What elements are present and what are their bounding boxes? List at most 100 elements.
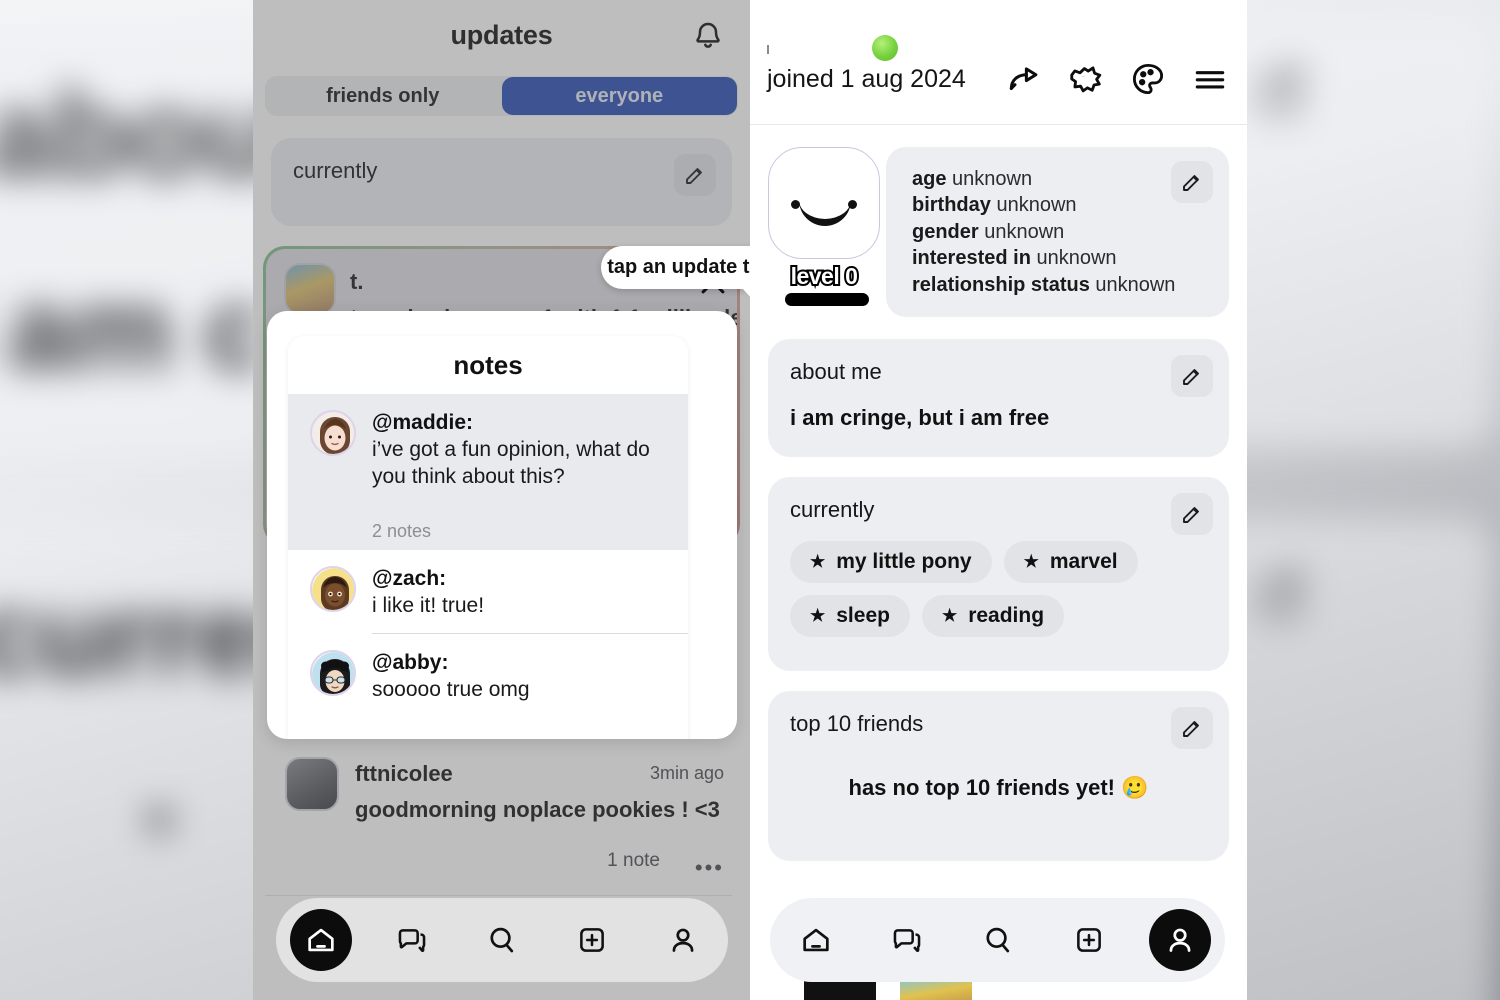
note-text: i’ve got a fun opinion, what do you thin… — [372, 437, 650, 488]
header-actions[interactable] — [1005, 60, 1229, 98]
chip-marvel[interactable]: ★ marvel — [1003, 540, 1138, 583]
note-content: @maddie: i’ve got a fun opinion, what do… — [356, 410, 688, 491]
edit-icon[interactable] — [1171, 354, 1213, 397]
note-username: @zach: — [372, 566, 447, 590]
list-item[interactable]: @zach: i like it! true! — [288, 550, 688, 620]
bottom-nav[interactable] — [770, 898, 1225, 982]
note-text: sooooo true omg — [372, 678, 530, 702]
post-username: fttnicolee — [355, 761, 453, 786]
share-icon[interactable] — [1005, 60, 1043, 98]
edit-icon[interactable] — [1171, 161, 1213, 203]
chip-label: my little pony — [836, 549, 972, 573]
status-badge — [872, 35, 898, 61]
note-content: @zach: i like it! true! — [356, 566, 494, 620]
sidebar-item-profile[interactable] — [1148, 909, 1211, 971]
avatar — [310, 565, 356, 612]
joined-date: joined 1 aug 2024 — [767, 65, 966, 93]
sidebar-item-home[interactable] — [290, 909, 353, 971]
toggle-friends-only[interactable]: friends only — [265, 76, 501, 116]
updates-header: updates — [253, 0, 750, 72]
list-item[interactable]: @maddie: i’ve got a fun opinion, what do… — [288, 394, 688, 499]
info-label: gender — [912, 220, 979, 243]
edit-icon[interactable] — [1171, 706, 1213, 749]
currently-title: currently — [790, 496, 875, 522]
star-icon: ★ — [1023, 551, 1039, 571]
tooltip: tap an update to join the convo — [601, 246, 750, 302]
bg-star-1 — [148, 808, 171, 832]
info-value: unknown — [984, 220, 1065, 243]
info-label: interested in — [912, 247, 1031, 270]
profile-details-card: age unknown birthday unknown gender unkn… — [886, 147, 1229, 317]
sidebar-item-search[interactable] — [471, 909, 533, 971]
info-line-interested-in: interested in unknown — [912, 245, 1229, 271]
divider — [265, 895, 732, 896]
info-line-relationship-status: relationship status unknown — [912, 272, 1229, 298]
notes-panel: notes @maddie: i’ve got a fun opinion, w… — [288, 336, 688, 739]
ticket-icon[interactable] — [1067, 60, 1105, 98]
chip-sleep[interactable]: ★ sleep — [790, 594, 910, 637]
top-friends-title: top 10 friends — [790, 710, 924, 736]
currently-compose-box[interactable]: currently — [271, 138, 732, 226]
info-value: unknown — [1095, 273, 1176, 296]
sidebar-item-home[interactable] — [785, 909, 847, 971]
menu-icon[interactable] — [1191, 60, 1229, 98]
tooltip-text: tap an update to join the convo — [607, 256, 750, 278]
profile-header: joined 1 aug 2024 — [750, 0, 1247, 125]
about-me-text: i am cringe, but i am free — [790, 404, 1050, 430]
note-username: @maddie: — [372, 411, 473, 434]
chip-my-little-pony[interactable]: ★ my little pony — [790, 540, 992, 583]
top-friends-empty: has no top 10 friends yet! 🥲 — [848, 774, 1149, 800]
profile-screen: joined 1 aug 2024 level 0 age unknown bi… — [750, 0, 1247, 1000]
toggle-everyone[interactable]: everyone — [501, 77, 737, 115]
avatar[interactable] — [768, 147, 880, 259]
sidebar-item-chats[interactable] — [381, 909, 443, 971]
level-badge: level 0 — [789, 261, 860, 291]
sidebar-item-search[interactable] — [967, 909, 1029, 971]
edit-icon[interactable] — [674, 154, 716, 196]
sidebar-item-chats[interactable] — [876, 909, 938, 971]
info-value: unknown — [1036, 247, 1117, 270]
info-label: birthday — [912, 194, 991, 217]
top-friends-card: top 10 friends has no top 10 friends yet… — [768, 690, 1229, 861]
chip-label: sleep — [836, 603, 890, 627]
info-label: relationship status — [912, 273, 1090, 296]
updates-screen: updates friends only everyone currently … — [253, 0, 750, 1000]
info-value: unknown — [996, 194, 1077, 217]
chip-label: marvel — [1049, 549, 1118, 573]
avatar-column: level 0 — [768, 147, 886, 306]
note-text: i like it! true! — [372, 593, 485, 617]
chip-reading[interactable]: ★ reading — [921, 594, 1065, 637]
info-label: age — [912, 168, 947, 190]
sidebar-item-create[interactable] — [1058, 909, 1120, 971]
bg-edit-icon — [1249, 64, 1305, 120]
profile-info-row: level 0 age unknown birthday unknown gen… — [750, 125, 1247, 317]
edit-icon[interactable] — [1171, 492, 1213, 535]
currently-chips: ★ my little pony ★ marvel ★ sleep ★ read… — [768, 523, 1229, 671]
tick-mark — [767, 45, 769, 54]
bottom-nav[interactable] — [276, 898, 728, 982]
audience-toggle[interactable]: friends only everyone — [265, 76, 738, 116]
palette-icon[interactable] — [1129, 60, 1167, 98]
note-content: @abby: sooooo true omg — [356, 650, 540, 704]
sidebar-item-create[interactable] — [561, 909, 623, 971]
notes-modal[interactable]: notes @maddie: i’ve got a fun opinion, w… — [267, 311, 737, 739]
level-progress-bar — [785, 293, 869, 306]
currently-card: currently ★ my little pony ★ marvel ★ sl… — [768, 476, 1229, 671]
post-timestamp: 3min ago — [649, 763, 724, 783]
about-me-title: about me — [790, 358, 882, 384]
avatar-smile — [799, 200, 851, 226]
bg-text-iam: i am c — [0, 265, 269, 393]
avatar — [310, 410, 356, 456]
post-note-count[interactable]: 1 note — [607, 850, 660, 872]
avatar — [310, 650, 356, 697]
avatar — [284, 263, 336, 315]
star-icon: ★ — [810, 551, 826, 571]
list-item[interactable]: @abby: sooooo true omg — [288, 634, 688, 704]
bell-icon[interactable] — [692, 20, 724, 52]
ellipsis-icon[interactable]: ••• — [695, 855, 724, 881]
sidebar-item-profile[interactable] — [652, 909, 714, 971]
note-count[interactable]: 2 notes — [288, 498, 688, 550]
currently-label: currently — [293, 158, 378, 183]
star-icon: ★ — [810, 605, 826, 625]
post-body: goodmorning noplace pookies ! <3 — [355, 797, 720, 822]
